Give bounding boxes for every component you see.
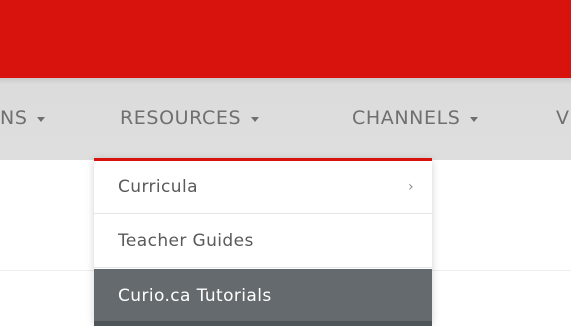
nav-item-label: NS xyxy=(0,107,28,129)
menu-item-label: Curio.ca Tutorials xyxy=(118,285,272,306)
nav-item-next[interactable]: V xyxy=(556,106,570,130)
nav-item-label: RESOURCES xyxy=(120,107,242,129)
menu-item-teacher-guides[interactable]: Teacher Guides xyxy=(94,215,432,268)
caret-down-icon xyxy=(251,116,260,122)
header-red-band xyxy=(0,0,571,78)
caret-down-icon xyxy=(37,116,46,122)
nav-item-resources[interactable]: RESOURCES xyxy=(120,106,260,130)
menu-item-partial[interactable] xyxy=(94,321,432,326)
menu-item-label: Curricula xyxy=(118,177,198,197)
nav-item-programs[interactable]: NS xyxy=(0,106,46,130)
nav-item-channels[interactable]: CHANNELS xyxy=(352,106,479,130)
resources-dropdown-menu: Curricula › Teacher Guides Curio.ca Tuto… xyxy=(94,158,432,326)
main-navigation xyxy=(0,78,571,160)
menu-item-curricula[interactable]: Curricula › xyxy=(94,161,432,214)
menu-item-curio-tutorials[interactable]: Curio.ca Tutorials xyxy=(94,269,432,322)
menu-item-label: Teacher Guides xyxy=(118,231,254,251)
nav-item-label: CHANNELS xyxy=(352,107,461,129)
caret-down-icon xyxy=(470,116,479,122)
nav-item-label: V xyxy=(556,107,570,129)
chevron-right-icon: › xyxy=(408,179,414,195)
